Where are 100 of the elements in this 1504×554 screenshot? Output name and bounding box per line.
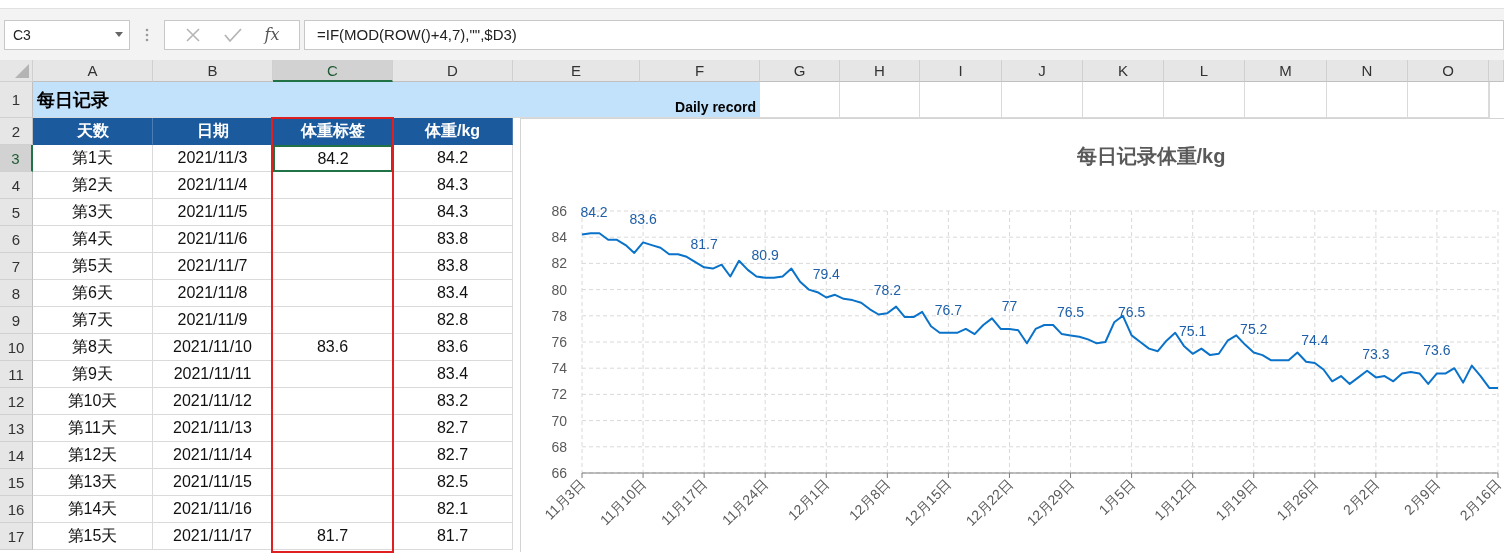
weight-cell[interactable]: 82.5 bbox=[393, 469, 513, 496]
column-header[interactable]: B bbox=[153, 60, 273, 82]
day-cell[interactable]: 第6天 bbox=[33, 280, 153, 307]
day-cell[interactable]: 第8天 bbox=[33, 334, 153, 361]
weight-cell[interactable]: 81.7 bbox=[393, 523, 513, 550]
day-cell[interactable]: 第14天 bbox=[33, 496, 153, 523]
data-label: 81.7 bbox=[690, 236, 718, 253]
date-cell[interactable]: 2021/11/8 bbox=[153, 280, 273, 307]
chart-title: 每日记录体重/kg bbox=[1076, 145, 1226, 167]
date-cell[interactable]: 2021/11/16 bbox=[153, 496, 273, 523]
weight-cell[interactable]: 84.3 bbox=[393, 172, 513, 199]
date-cell[interactable]: 2021/11/11 bbox=[153, 361, 273, 388]
column-header[interactable]: A bbox=[33, 60, 153, 82]
weight-cell[interactable]: 83.8 bbox=[393, 226, 513, 253]
row-header[interactable]: 8 bbox=[0, 280, 33, 307]
column-header[interactable]: C bbox=[273, 60, 393, 82]
row-header[interactable]: 5 bbox=[0, 199, 33, 226]
date-cell[interactable]: 2021/11/14 bbox=[153, 442, 273, 469]
column-header[interactable]: F bbox=[640, 60, 760, 82]
day-cell[interactable]: 第11天 bbox=[33, 415, 153, 442]
column-header[interactable]: M bbox=[1245, 60, 1327, 82]
date-cell[interactable]: 2021/11/17 bbox=[153, 523, 273, 550]
day-cell[interactable]: 第15天 bbox=[33, 523, 153, 550]
row-header[interactable]: 3 bbox=[0, 145, 33, 172]
day-cell[interactable]: 第12天 bbox=[33, 442, 153, 469]
date-cell[interactable]: 2021/11/3 bbox=[153, 145, 273, 172]
row-header[interactable]: 1 bbox=[0, 82, 33, 118]
date-cell[interactable]: 2021/11/13 bbox=[153, 415, 273, 442]
date-cell[interactable]: 2021/11/10 bbox=[153, 334, 273, 361]
insert-function-button[interactable]: fx bbox=[264, 25, 280, 44]
row-header[interactable]: 2 bbox=[0, 118, 33, 145]
weight-cell[interactable]: 82.7 bbox=[393, 415, 513, 442]
line-chart[interactable] bbox=[520, 118, 1504, 552]
column-header[interactable]: N bbox=[1327, 60, 1408, 82]
row-header[interactable]: 17 bbox=[0, 523, 33, 550]
formula-field[interactable]: =IF(MOD(ROW()+4,7),"",$D3) bbox=[304, 19, 1504, 50]
row-header[interactable]: 12 bbox=[0, 388, 33, 415]
select-all-button[interactable] bbox=[0, 60, 33, 82]
axis-label: 2月9日 bbox=[1400, 475, 1444, 518]
column-header[interactable]: J bbox=[1002, 60, 1083, 82]
day-cell[interactable]: 第2天 bbox=[33, 172, 153, 199]
day-cell[interactable]: 第1天 bbox=[33, 145, 153, 172]
axis-label: 2月2日 bbox=[1339, 475, 1382, 518]
row-header[interactable]: 4 bbox=[0, 172, 33, 199]
row-header[interactable]: 10 bbox=[0, 334, 33, 361]
date-cell[interactable]: 2021/11/7 bbox=[153, 253, 273, 280]
data-label: 76.5 bbox=[1056, 304, 1085, 321]
row-header[interactable]: 7 bbox=[0, 253, 33, 280]
weight-cell[interactable]: 84.2 bbox=[393, 145, 513, 172]
check-icon[interactable] bbox=[223, 26, 242, 43]
column-header[interactable]: K bbox=[1083, 60, 1164, 82]
weight-cell[interactable]: 82.7 bbox=[393, 442, 513, 469]
axis-label: 1月12日 bbox=[1151, 475, 1199, 524]
column-header[interactable]: H bbox=[840, 60, 920, 82]
date-cell[interactable]: 2021/11/12 bbox=[153, 388, 273, 415]
day-cell[interactable]: 第9天 bbox=[33, 361, 153, 388]
day-cell[interactable]: 第5天 bbox=[33, 253, 153, 280]
row-header[interactable]: 13 bbox=[0, 415, 33, 442]
day-cell[interactable]: 第3天 bbox=[33, 199, 153, 226]
label-cell[interactable]: 83.6 bbox=[273, 334, 393, 361]
data-label: 78.2 bbox=[873, 282, 901, 299]
weight-cell[interactable]: 84.3 bbox=[393, 199, 513, 226]
date-cell[interactable]: 2021/11/6 bbox=[153, 226, 273, 253]
row-header[interactable]: 11 bbox=[0, 361, 33, 388]
column-header[interactable]: G bbox=[760, 60, 840, 82]
row-header[interactable]: 9 bbox=[0, 307, 33, 334]
label-cell[interactable]: 84.2 bbox=[273, 145, 393, 172]
column-title: 日期 bbox=[153, 118, 273, 145]
weight-cell[interactable]: 82.8 bbox=[393, 307, 513, 334]
day-cell[interactable]: 第10天 bbox=[33, 388, 153, 415]
weight-cell[interactable]: 83.2 bbox=[393, 388, 513, 415]
day-cell[interactable]: 第13天 bbox=[33, 469, 153, 496]
drag-handle-icon[interactable] bbox=[145, 27, 149, 42]
cancel-icon[interactable] bbox=[184, 26, 201, 43]
date-cell[interactable]: 2021/11/4 bbox=[153, 172, 273, 199]
date-cell[interactable]: 2021/11/9 bbox=[153, 307, 273, 334]
weight-cell[interactable]: 83.4 bbox=[393, 361, 513, 388]
column-header[interactable]: E bbox=[513, 60, 640, 82]
row-header[interactable]: 16 bbox=[0, 496, 33, 523]
column-header[interactable]: I bbox=[920, 60, 1002, 82]
day-cell[interactable]: 第7天 bbox=[33, 307, 153, 334]
column-header[interactable] bbox=[1489, 60, 1504, 82]
column-header[interactable]: L bbox=[1164, 60, 1245, 82]
axis-label: 12月29日 bbox=[1023, 475, 1077, 529]
name-box[interactable]: C3 bbox=[4, 19, 130, 50]
date-cell[interactable]: 2021/11/15 bbox=[153, 469, 273, 496]
weight-cell[interactable]: 83.6 bbox=[393, 334, 513, 361]
weight-cell[interactable]: 83.4 bbox=[393, 280, 513, 307]
row-header[interactable]: 6 bbox=[0, 226, 33, 253]
row-header[interactable]: 15 bbox=[0, 469, 33, 496]
date-cell[interactable]: 2021/11/5 bbox=[153, 199, 273, 226]
column-header[interactable]: O bbox=[1408, 60, 1489, 82]
triangle-icon bbox=[15, 64, 29, 78]
day-cell[interactable]: 第4天 bbox=[33, 226, 153, 253]
weight-cell[interactable]: 82.1 bbox=[393, 496, 513, 523]
weight-cell[interactable]: 83.8 bbox=[393, 253, 513, 280]
label-cell[interactable]: 81.7 bbox=[273, 523, 393, 550]
row-header[interactable]: 14 bbox=[0, 442, 33, 469]
column-header[interactable]: D bbox=[393, 60, 513, 82]
axis-label: 72 bbox=[551, 386, 567, 403]
